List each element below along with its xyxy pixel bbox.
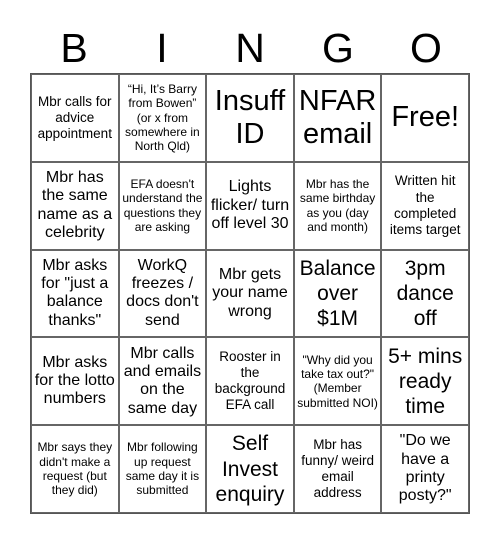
cell-text: Mbr has the same name as a celebrity <box>37 168 113 242</box>
cell-text: Mbr says they didn't make a request (but… <box>37 440 113 498</box>
cell-text: 3pm dance off <box>396 256 454 331</box>
cell-text: “Hi, It’s Barry from Bowen” (or x from s… <box>125 81 200 154</box>
cell-text: Mbr following up request same day it is … <box>125 440 200 498</box>
header-letter-i: I <box>156 25 168 71</box>
cell-text: Mbr asks for the lotto numbers <box>34 353 115 408</box>
cell-text: Self Invest enquiry <box>215 432 285 506</box>
header-letter-o: O <box>410 25 442 71</box>
cell-text: Lights flicker/ turn off level 30 <box>210 178 290 232</box>
bingo-cell[interactable]: Rooster in the background EFA call <box>206 337 294 426</box>
cell-text: Mbr calls for advice appointment <box>37 93 112 141</box>
bingo-cell[interactable]: Self Invest enquiry <box>206 425 294 513</box>
bingo-header: B I N G O <box>30 22 470 74</box>
cell-text: 5+ mins ready time <box>388 344 463 418</box>
bingo-cell[interactable]: 5+ mins ready time <box>381 337 469 426</box>
cell-text: WorkQ freezes / docs don't send <box>126 256 199 329</box>
bingo-cell[interactable]: Mbr calls and emails on the same day <box>118 337 207 426</box>
bingo-cell[interactable]: Insuff ID <box>206 74 294 162</box>
cell-text: Balance over $1M <box>299 256 376 331</box>
bingo-cell[interactable]: “Hi, It’s Barry from Bowen” (or x from s… <box>118 74 207 162</box>
bingo-cell[interactable]: Mbr has the same birthday as you (day an… <box>293 161 382 250</box>
header-letter-g: G <box>322 25 354 71</box>
bingo-cell[interactable]: Mbr calls for advice appointment <box>31 74 119 162</box>
cell-text: Mbr calls and emails on the same day <box>123 344 202 417</box>
bingo-cell[interactable]: Balance over $1M <box>293 249 382 338</box>
bingo-cell[interactable]: Mbr asks for the lotto numbers <box>31 337 119 426</box>
cell-text: Mbr has funny/ weird email address <box>301 436 374 501</box>
cell-text: Mbr gets your name wrong <box>212 265 288 320</box>
bingo-cell[interactable]: Mbr asks for "just a balance thanks" <box>31 249 119 338</box>
cell-text: Free! <box>391 101 460 134</box>
bingo-cell[interactable]: Mbr has funny/ weird email address <box>293 425 382 513</box>
free-space-cell[interactable]: Free! <box>381 74 469 162</box>
bingo-cell[interactable]: Mbr says they didn't make a request (but… <box>31 425 119 513</box>
cell-text: EFA doesn't understand the questions the… <box>122 176 203 235</box>
bingo-cell[interactable]: NFAR email <box>293 74 382 162</box>
bingo-cell[interactable]: EFA doesn't understand the questions the… <box>118 161 207 250</box>
bingo-cell[interactable]: WorkQ freezes / docs don't send <box>118 249 207 338</box>
header-letter-b: B <box>60 25 88 71</box>
cell-text: Mbr has the same birthday as you (day an… <box>299 176 376 235</box>
bingo-cell[interactable]: "Why did you take tax out?" (Member subm… <box>293 337 382 426</box>
cell-text: Rooster in the background EFA call <box>214 348 286 413</box>
header-letter-n: N <box>235 25 265 71</box>
bingo-cell[interactable]: Mbr following up request same day it is … <box>118 425 207 513</box>
cell-text: Written hit the completed items target <box>389 173 461 237</box>
bingo-grid: Mbr calls for advice appointment “Hi, It… <box>30 73 470 514</box>
bingo-cell[interactable]: "Do we have a printy posty?" <box>381 425 469 513</box>
bingo-cell[interactable]: Mbr gets your name wrong <box>206 249 294 338</box>
bingo-cell[interactable]: Written hit the completed items target <box>381 161 469 250</box>
cell-text: "Do we have a printy posty?" <box>398 432 452 505</box>
cell-text: Mbr asks for "just a balance thanks" <box>41 256 109 329</box>
bingo-cell[interactable]: Lights flicker/ turn off level 30 <box>206 161 294 250</box>
cell-text: Insuff ID <box>214 84 286 150</box>
bingo-cell[interactable]: Mbr has the same name as a celebrity <box>31 161 119 250</box>
cell-text: "Why did you take tax out?" (Member subm… <box>297 352 378 410</box>
cell-text: NFAR email <box>298 84 377 150</box>
bingo-cell[interactable]: 3pm dance off <box>381 249 469 338</box>
